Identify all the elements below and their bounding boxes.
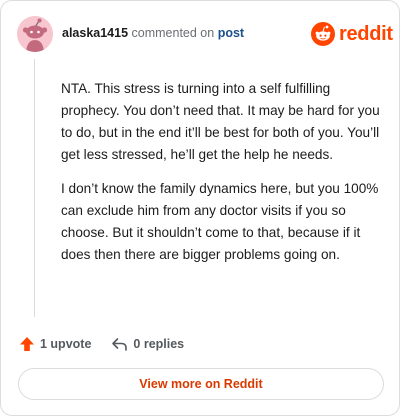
comment-actions: 1 upvote 0 replies [19,335,204,353]
replies-count: 0 replies [133,337,185,351]
upvote-arrow-icon [20,337,34,351]
comment-body: NTA. This stress is turning into a self … [61,78,383,278]
reply-arrow-icon [112,338,128,351]
embedded-comment-card: alaska1415 commented on post reddit NTA.… [0,0,400,416]
view-more-on-reddit-button[interactable]: View more on Reddit [18,368,384,400]
upvote-button[interactable]: 1 upvote [19,336,91,352]
user-avatar[interactable] [17,16,53,52]
upvote-count: 1 upvote [40,337,92,351]
commented-on-text: commented on [131,26,215,40]
reddit-logo[interactable]: reddit [311,22,393,46]
reddit-snoo-icon [311,22,335,46]
replies-button[interactable]: 0 replies [111,336,184,352]
thread-line[interactable] [34,59,35,317]
comment-header: alaska1415 commented on post [62,26,244,40]
username-link[interactable]: alaska1415 [62,26,128,40]
comment-paragraph: I don’t know the family dynamics here, b… [61,181,379,262]
post-link[interactable]: post [218,26,244,40]
snoo-avatar-icon [17,16,53,52]
reddit-wordmark: reddit [339,22,393,45]
comment-paragraph: NTA. This stress is turning into a self … [61,81,380,162]
